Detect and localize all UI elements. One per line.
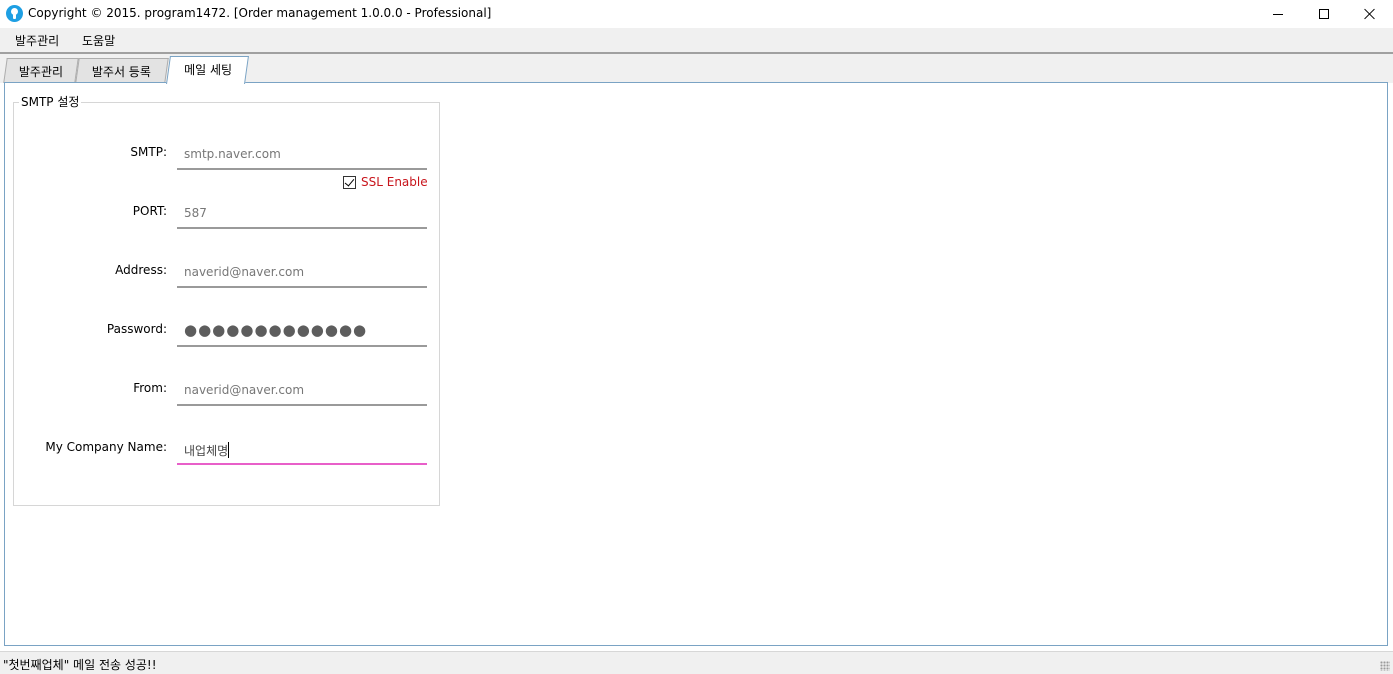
tab-order-management[interactable]: 발주관리 — [3, 58, 79, 83]
tab-order-registration[interactable]: 발주서 등록 — [75, 58, 169, 83]
minimize-icon — [1273, 13, 1283, 15]
menu-help[interactable]: 도움말 — [82, 32, 115, 49]
smtp-group-title: SMTP 설정 — [19, 93, 82, 110]
status-message: "첫번째업체" 메일 전송 성공!! — [3, 658, 157, 672]
company-name-label: My Company Name: — [45, 440, 167, 454]
minimize-button[interactable] — [1255, 0, 1301, 28]
tab-strip: 발주관리 발주서 등록 메일 세팅 — [0, 54, 1393, 84]
app-icon — [6, 5, 23, 22]
close-icon — [1364, 8, 1376, 20]
password-input[interactable]: ●●●●●●●●●●●●● — [177, 317, 427, 347]
from-label: From: — [133, 381, 167, 395]
company-name-input[interactable]: 내업체명 — [177, 435, 427, 465]
menu-order-management[interactable]: 발주관리 — [15, 32, 59, 49]
password-label: Password: — [106, 322, 167, 336]
checkbox-checked-icon[interactable] — [343, 175, 356, 189]
status-bar: "첫번째업체" 메일 전송 성공!! — [0, 651, 1393, 674]
company-name-text: 내업체명 — [184, 444, 229, 458]
tab-mail-settings[interactable]: 메일 세팅 — [166, 56, 249, 84]
maximize-icon — [1319, 9, 1329, 19]
ssl-enable-checkbox[interactable]: SSL Enable — [343, 174, 428, 190]
resize-grip-icon[interactable] — [1380, 661, 1390, 671]
address-label: Address: — [115, 263, 167, 277]
window-title: Copyright © 2015. program1472. [Order ma… — [28, 6, 492, 20]
smtp-value: smtp.naver.com — [184, 147, 281, 161]
maximize-button[interactable] — [1301, 0, 1347, 28]
text-caret — [228, 442, 230, 458]
smtp-input[interactable]: smtp.naver.com — [177, 140, 427, 170]
company-name-value: 내업체명 — [184, 442, 230, 459]
tab-label: 발주관리 — [18, 65, 63, 79]
port-input[interactable]: 587 — [177, 199, 427, 229]
smtp-label: SMTP: — [130, 145, 167, 159]
from-input[interactable]: naverid@naver.com — [177, 376, 427, 406]
port-label: PORT: — [132, 204, 167, 218]
port-value: 587 — [184, 206, 207, 220]
from-value: naverid@naver.com — [184, 383, 305, 397]
tab-label: 메일 세팅 — [183, 63, 232, 77]
ssl-enable-label: SSL Enable — [361, 175, 428, 189]
title-bar: Copyright © 2015. program1472. [Order ma… — [0, 0, 1393, 28]
address-value: naverid@naver.com — [184, 265, 305, 279]
tab-label: 발주서 등록 — [92, 65, 152, 79]
address-input[interactable]: naverid@naver.com — [177, 258, 427, 288]
close-button[interactable] — [1347, 0, 1393, 28]
password-value: ●●●●●●●●●●●●● — [184, 321, 368, 339]
menu-bar: 발주관리 도움말 — [0, 28, 1393, 52]
